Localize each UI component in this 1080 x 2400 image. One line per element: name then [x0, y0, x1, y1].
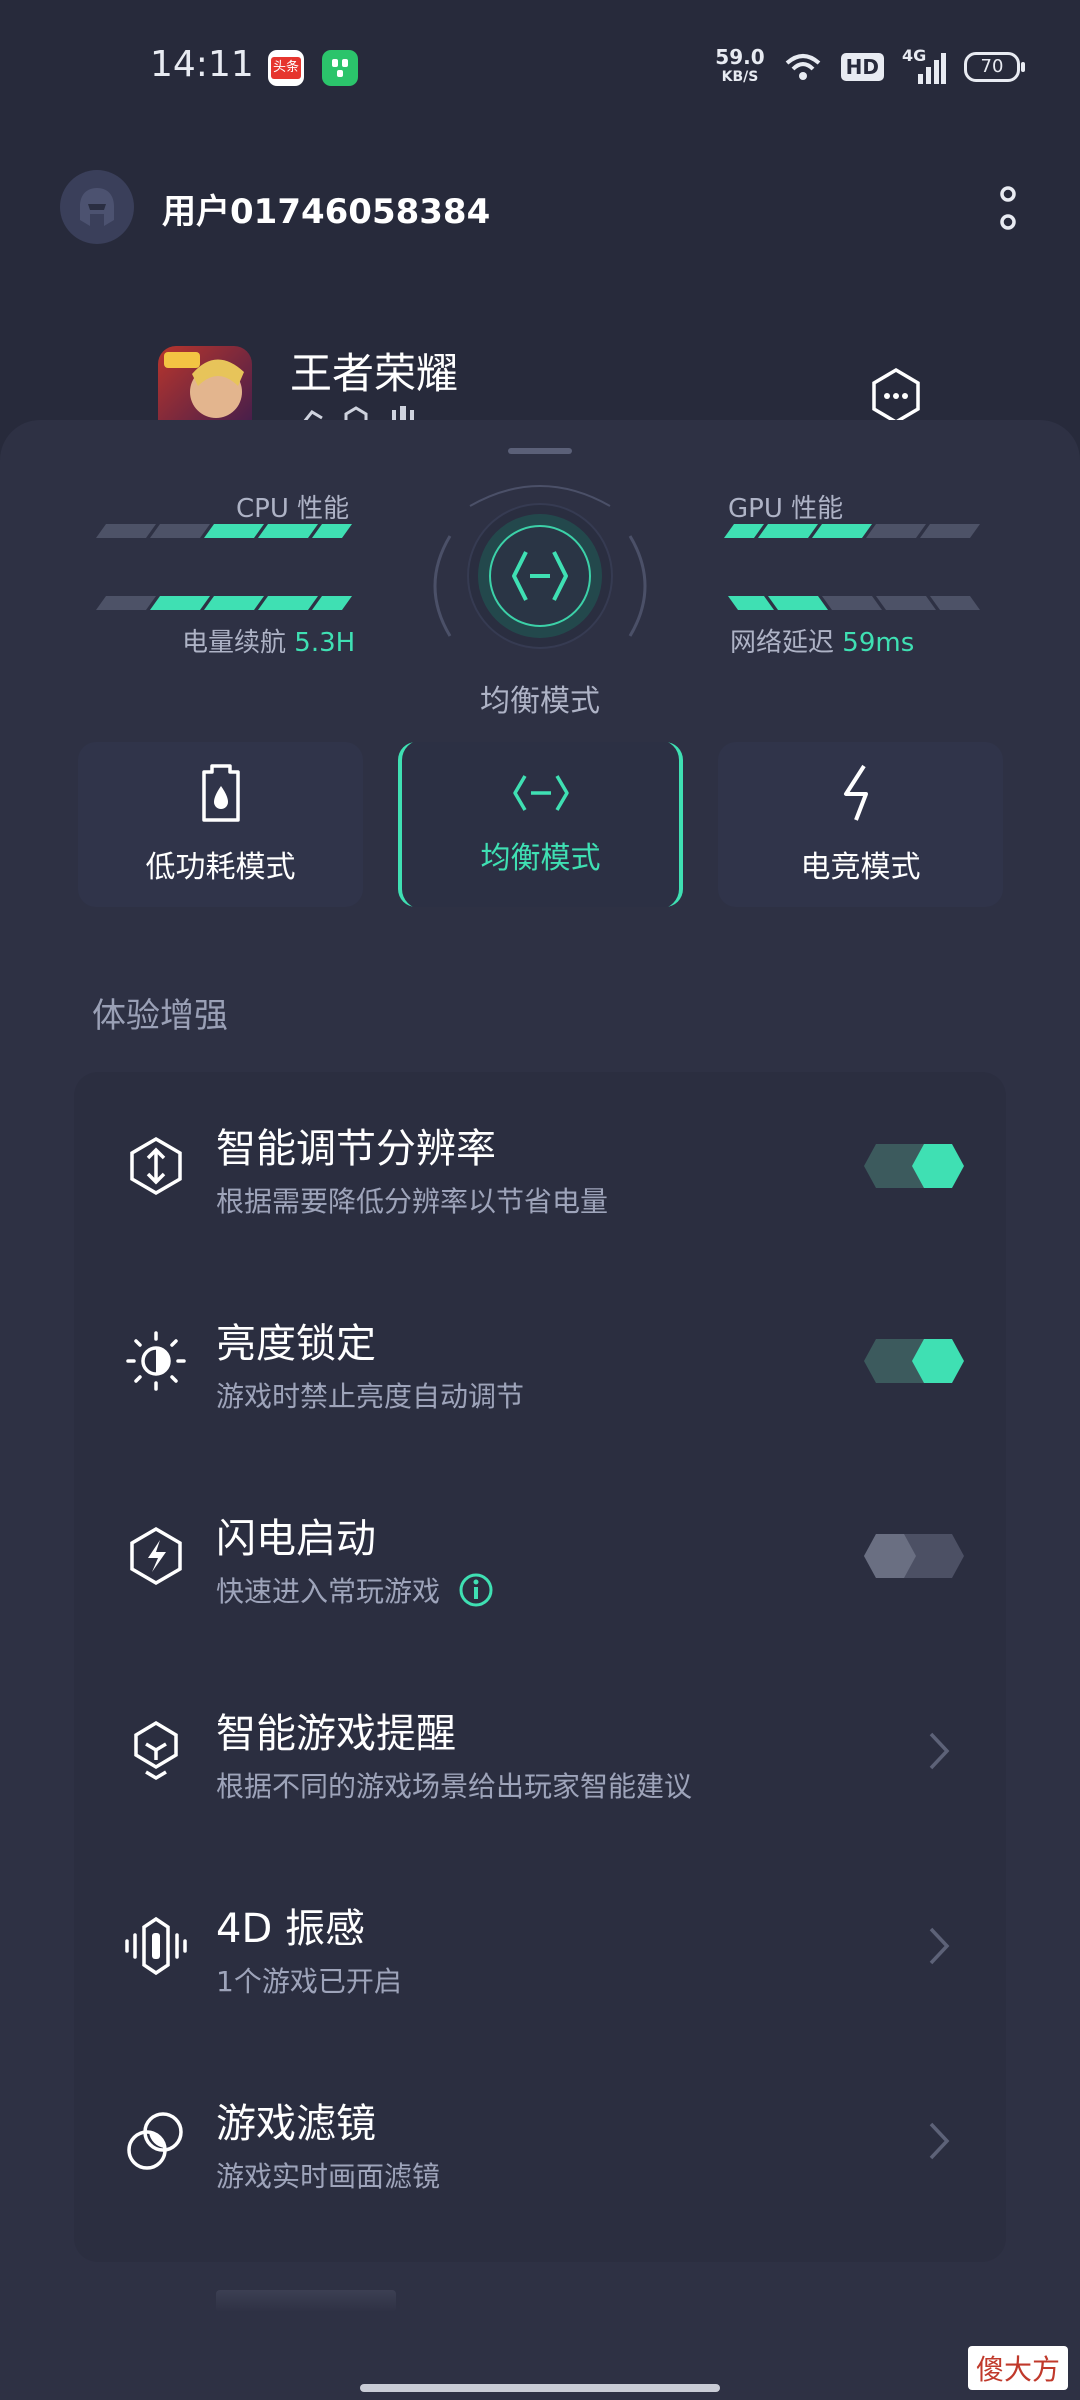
home-indicator[interactable] [360, 2384, 720, 2392]
wifi-icon [785, 54, 820, 80]
network-speed: 59.0 KB/S [715, 47, 764, 87]
setting-subtitle-text: 1个游戏已开启 [216, 1965, 402, 1998]
filter-icon [124, 2109, 188, 2173]
wechat-app-icon [322, 50, 358, 86]
avatar[interactable] [60, 170, 134, 244]
balanced-icon [512, 774, 569, 811]
balanced-mode-icon [512, 551, 568, 601]
setting-subtitle-text: 快速进入常玩游戏 [216, 1575, 441, 1608]
brightness-lock-toggle[interactable] [864, 1338, 964, 1383]
news-app-label: 头条 [271, 57, 301, 79]
username[interactable]: 用户01746058384 [162, 184, 490, 233]
game-options-icon[interactable] [866, 366, 926, 426]
battery-drop-icon [201, 763, 240, 822]
setting-title: 智能调节分辨率 [216, 1126, 496, 1172]
game-tip-icon [124, 1719, 188, 1783]
mode-esports[interactable]: 电竞模式 [718, 742, 1003, 907]
more-options-icon[interactable] [998, 186, 1018, 234]
battery-life-value: 5.3H [294, 628, 356, 658]
current-mode-label: 均衡模式 [480, 684, 600, 719]
lightning-icon [124, 1524, 188, 1588]
speed-unit: KB/S [721, 69, 759, 85]
setting-subtitle-text: 根据需要降低分辨率以节省电量 [216, 1185, 609, 1218]
setting-smart-game-reminder[interactable]: 智能游戏提醒 根据不同的游戏场景给出玩家智能建议 [74, 1653, 1006, 1848]
hd-badge: HD [840, 53, 884, 81]
latency-label: 网络延迟 [730, 628, 835, 658]
battery-life-label: 电量续航 [182, 628, 287, 658]
next-item-fade [216, 2290, 396, 2312]
setting-title: 游戏滤镜 [216, 2101, 376, 2147]
setting-title: 智能游戏提醒 [216, 1711, 456, 1757]
setting-subtitle-text: 游戏时禁止亮度自动调节 [216, 1380, 525, 1413]
setting-subtitle-text: 游戏实时画面滤镜 [216, 2160, 441, 2193]
game-name: 王者荣耀 [290, 349, 459, 398]
setting-title: 亮度锁定 [216, 1321, 376, 1367]
resolution-icon [124, 1134, 188, 1198]
setting-lightning-launch[interactable]: 闪电启动 快速进入常玩游戏 [74, 1458, 1006, 1653]
latency-value: 59ms [842, 628, 915, 658]
helmet-icon [80, 188, 114, 226]
setting-title: 闪电启动 [216, 1516, 376, 1562]
mode-balanced[interactable]: 均衡模式 [398, 742, 683, 907]
setting-subtitle: 游戏实时画面滤镜 [216, 2155, 440, 2195]
mode-esports-label: 电竞模式 [800, 849, 921, 885]
setting-subtitle: 根据需要降低分辨率以节省电量 [216, 1180, 608, 1220]
setting-4d-vibration[interactable]: 4D 振感 1个游戏已开启 [74, 1848, 1006, 2043]
chevron-right-icon [929, 1732, 950, 1769]
chevron-right-icon [929, 2122, 950, 2159]
network-type: 4G [902, 46, 927, 65]
mode-low-power-label: 低功耗模式 [145, 849, 296, 885]
setting-game-filter[interactable]: 游戏滤镜 游戏实时画面滤镜 [74, 2043, 1006, 2238]
lightning-bolt-icon [843, 764, 868, 821]
battery-life: 电量续航 5.3H [182, 622, 355, 659]
sheet-drag-handle[interactable] [508, 448, 572, 454]
smart-resolution-toggle[interactable] [864, 1143, 964, 1188]
signal-icon: 4G [902, 46, 946, 84]
setting-subtitle-text: 根据不同的游戏场景给出玩家智能建议 [216, 1770, 693, 1803]
brightness-icon [124, 1329, 188, 1393]
section-title: 体验增强 [92, 996, 228, 1036]
setting-smart-resolution[interactable]: 智能调节分辨率 根据需要降低分辨率以节省电量 [74, 1068, 1006, 1263]
network-latency: 网络延迟 59ms [730, 622, 914, 659]
mode-low-power[interactable]: 低功耗模式 [78, 742, 363, 907]
setting-brightness-lock[interactable]: 亮度锁定 游戏时禁止亮度自动调节 [74, 1263, 1006, 1458]
gpu-performance-bars [724, 524, 980, 610]
watermark: 傻大方 [967, 2346, 1068, 2390]
mode-balanced-label: 均衡模式 [480, 840, 601, 876]
status-time: 14:11 [150, 44, 254, 85]
setting-subtitle: 1个游戏已开启 [216, 1960, 402, 2000]
setting-title: 4D 振感 [216, 1906, 365, 1952]
cpu-performance-bars [96, 524, 352, 610]
setting-subtitle: 根据不同的游戏场景给出玩家智能建议 [216, 1765, 692, 1805]
vibration-icon [124, 1914, 188, 1978]
speed-value: 59.0 [715, 45, 765, 69]
info-icon[interactable] [458, 1572, 494, 1608]
status-indicators: 59.0 KB/S HD 4G 70 [715, 44, 1025, 90]
news-app-icon: 头条 [268, 50, 304, 86]
battery-indicator: 70 [964, 52, 1025, 82]
lightning-launch-toggle[interactable] [864, 1533, 964, 1578]
setting-subtitle: 快速进入常玩游戏 [216, 1570, 494, 1610]
setting-subtitle: 游戏时禁止亮度自动调节 [216, 1375, 524, 1415]
chevron-right-icon [929, 1927, 950, 1964]
